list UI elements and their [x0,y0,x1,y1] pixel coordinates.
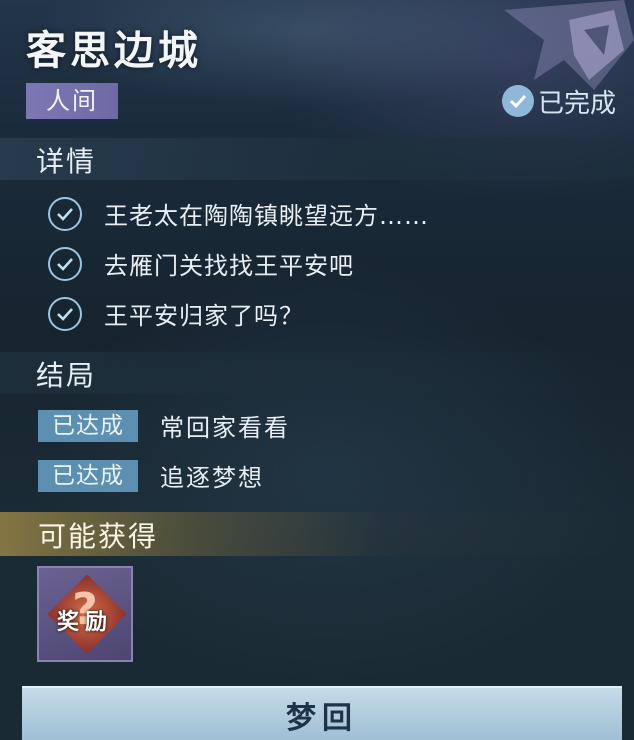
quest-title: 客思边城 [26,28,202,74]
ending-text: 追逐梦想 [160,464,264,492]
ending-item[interactable]: 已达成 常回家看看 [38,408,290,443]
check-icon [48,296,82,331]
achieved-badge: 已达成 [38,459,138,492]
reward-label: 奖励 [56,610,113,635]
completed-label: 已完成 [537,88,616,119]
check-icon [48,196,82,231]
endings-title: 结局 [36,359,97,392]
detail-item: 王平安归家了吗？ [48,296,304,331]
detail-item: 去雁门关找找王平安吧 [48,246,354,281]
rewards-title: 可能获得 [38,520,159,553]
ending-item[interactable]: 已达成 追逐梦想 [38,458,264,493]
reward-item[interactable]: ? 奖励 [37,566,133,662]
detail-text: 王老太在陶陶镇眺望远方…… [104,202,429,230]
details-title: 详情 [36,145,97,178]
ending-text: 常回家看看 [160,414,290,442]
detail-text: 王平安归家了吗？ [104,302,304,330]
completed-status: 已完成 [501,84,616,119]
check-circle-icon [501,85,534,117]
dream-return-button[interactable]: 梦回 [22,686,622,740]
detail-text: 去雁门关找找王平安吧 [104,252,354,280]
detail-item: 王老太在陶陶镇眺望远方…… [48,196,429,231]
realm-tag: 人间 [26,83,118,119]
check-icon [48,246,82,281]
achieved-badge: 已达成 [38,409,138,442]
